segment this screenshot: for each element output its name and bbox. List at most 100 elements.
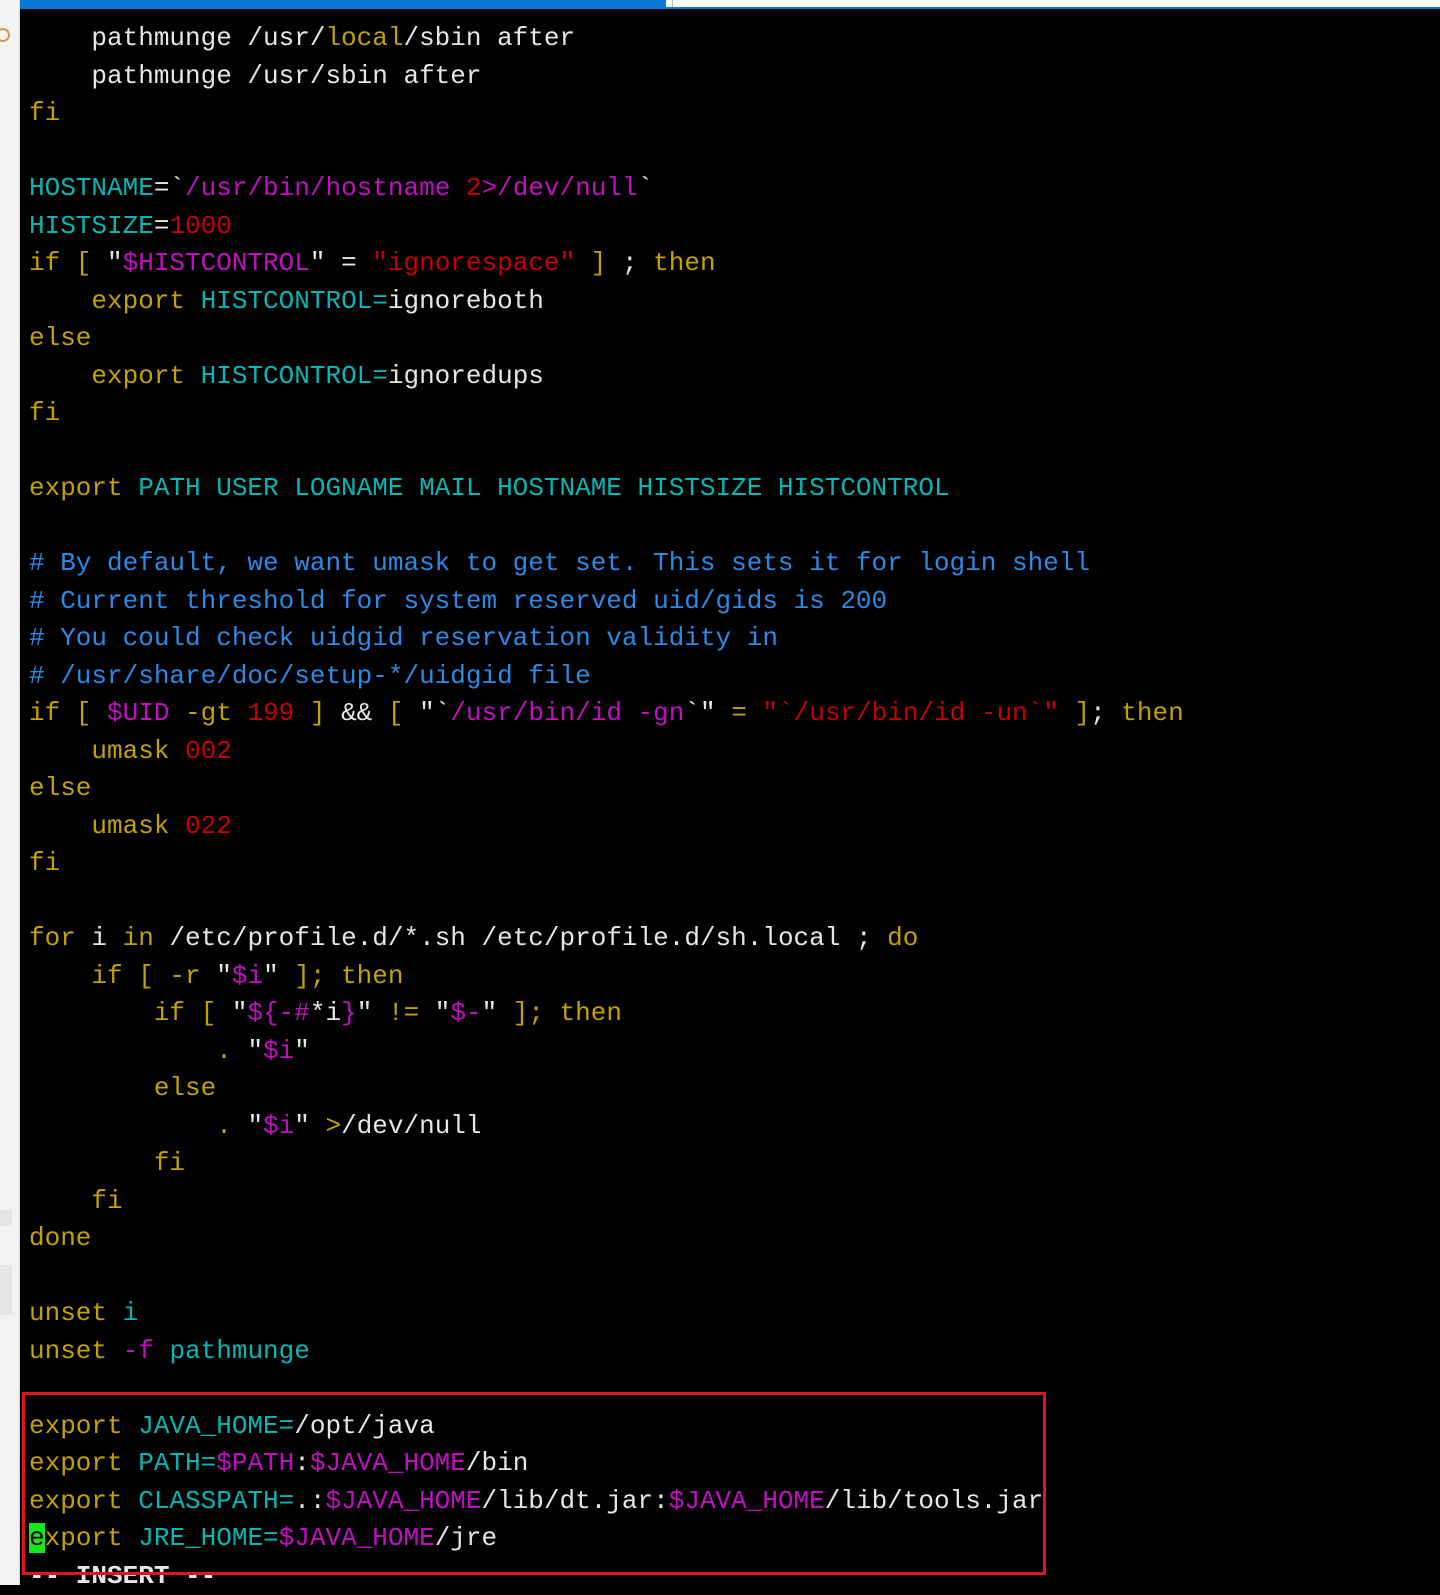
code-token: " (247, 1036, 263, 1066)
code-token: ignoredups (388, 361, 544, 391)
code-token: ` (638, 173, 654, 203)
code-token: ; (622, 248, 638, 278)
code-line: for i in /etc/profile.d/*.sh /etc/profil… (29, 920, 1184, 958)
code-line (29, 508, 1184, 546)
code-token: && (341, 698, 372, 728)
code-token: PATH USER LOGNAME MAIL HOSTNAME HISTSIZE… (138, 473, 949, 503)
code-line: else (29, 1070, 1184, 1108)
tab-bar (20, 0, 1440, 9)
code-token: " (294, 1111, 310, 1141)
code-token: do (872, 923, 919, 953)
code-token: 2 (466, 173, 482, 203)
code-token: else (29, 323, 91, 353)
code-line: if [ "$HISTCONTROL" = "ignorespace" ] ; … (29, 245, 1184, 283)
code-token: "ignorespace" (372, 248, 575, 278)
search-icon[interactable] (0, 28, 10, 42)
code-token: /dev/null (341, 1111, 481, 1141)
code-token: " (232, 998, 248, 1028)
code-token: $i (263, 1111, 294, 1141)
code-token: pathmunge /usr/ (29, 23, 325, 53)
code-token: /etc/profile.d/*.sh /etc/profile.d/sh.lo… (169, 923, 871, 953)
left-sidebar (0, 0, 20, 1585)
code-line (29, 433, 1184, 471)
code-token: then (638, 248, 716, 278)
code-token: if [ -r (29, 961, 216, 991)
code-token: 022 (185, 811, 232, 841)
code-token: # By default, we want umask to get set. … (29, 548, 1090, 578)
code-line: unset -f pathmunge (29, 1333, 1184, 1371)
code-token: " (107, 248, 123, 278)
code-token: =` (154, 173, 185, 203)
code-token: " (263, 961, 279, 991)
code-token: for (29, 923, 91, 953)
sidebar-divider (0, 1210, 12, 1226)
code-line: if [ "${-#*i}" != "$-" ]; then (29, 995, 1184, 1033)
code-token: 1000 (169, 211, 231, 241)
code-token: } (341, 998, 357, 1028)
code-token: ; (1090, 698, 1106, 728)
code-line (29, 1258, 1184, 1296)
vim-editor[interactable]: pathmunge /usr/local/sbin after pathmung… (29, 20, 1184, 1595)
code-token: = (154, 211, 170, 241)
code-token: *i (310, 998, 341, 1028)
code-line: # Current threshold for system reserved … (29, 583, 1184, 621)
code-line: umask 022 (29, 808, 1184, 846)
code-token: export (29, 361, 201, 391)
code-token: "` (419, 698, 450, 728)
code-token: HISTCONTROL= (201, 361, 388, 391)
code-token: in (123, 923, 170, 953)
code-token: . (29, 1111, 247, 1141)
code-line: export HISTCONTROL=ignoredups (29, 358, 1184, 396)
code-line (29, 883, 1184, 921)
code-token: > (310, 1111, 341, 1141)
code-token: " (216, 961, 232, 991)
code-token: HOSTNAME (29, 173, 154, 203)
code-token: export (29, 286, 201, 316)
code-token: ] (294, 698, 341, 728)
code-token: = (716, 698, 763, 728)
code-token: " = (310, 248, 372, 278)
code-token: local (325, 23, 403, 53)
code-token: /usr/bin/id -gn (450, 698, 684, 728)
code-token: fi (29, 1186, 123, 1216)
code-token: -gt (169, 698, 247, 728)
code-line: . "$i" (29, 1033, 1184, 1071)
code-line: HOSTNAME=`/usr/bin/hostname 2>/dev/null` (29, 170, 1184, 208)
code-line: fi (29, 95, 1184, 133)
code-token: " (294, 1036, 310, 1066)
code-line: if [ $UID -gt 199 ] && [ "`/usr/bin/id -… (29, 695, 1184, 733)
code-token: else (29, 1073, 216, 1103)
code-token: unset (29, 1336, 123, 1366)
highlight-box (22, 1392, 1046, 1575)
code-line: umask 002 (29, 733, 1184, 771)
code-token: "`/usr/bin/id -un`" (762, 698, 1058, 728)
code-line: pathmunge /usr/local/sbin after (29, 20, 1184, 58)
code-token: pathmunge (154, 1336, 310, 1366)
code-token: /sbin after (403, 23, 575, 53)
code-token: " (435, 998, 451, 1028)
code-token: $HISTCONTROL (123, 248, 310, 278)
code-line: done (29, 1220, 1184, 1258)
code-token: $UID (107, 698, 169, 728)
code-token: ]; then (279, 961, 404, 991)
code-token: # You could check uidgid reservation val… (29, 623, 778, 653)
code-token: ] (1059, 698, 1090, 728)
code-token: umask (29, 736, 185, 766)
code-token: HISTCONTROL= (201, 286, 388, 316)
code-token: i (91, 923, 122, 953)
code-token: 199 (247, 698, 294, 728)
code-line: # By default, we want umask to get set. … (29, 545, 1184, 583)
code-line: else (29, 770, 1184, 808)
code-token: 002 (185, 736, 232, 766)
sidebar-divider (0, 1265, 12, 1315)
tab-underline (20, 7, 1440, 9)
code-token: ${-# (247, 998, 309, 1028)
code-token: done (29, 1223, 91, 1253)
code-line: fi (29, 395, 1184, 433)
code-line: # You could check uidgid reservation val… (29, 620, 1184, 658)
code-token: ignoreboth (388, 286, 544, 316)
code-line: export PATH USER LOGNAME MAIL HOSTNAME H… (29, 470, 1184, 508)
code-line: unset i (29, 1295, 1184, 1333)
code-token: export (29, 473, 138, 503)
code-token: then (1106, 698, 1184, 728)
